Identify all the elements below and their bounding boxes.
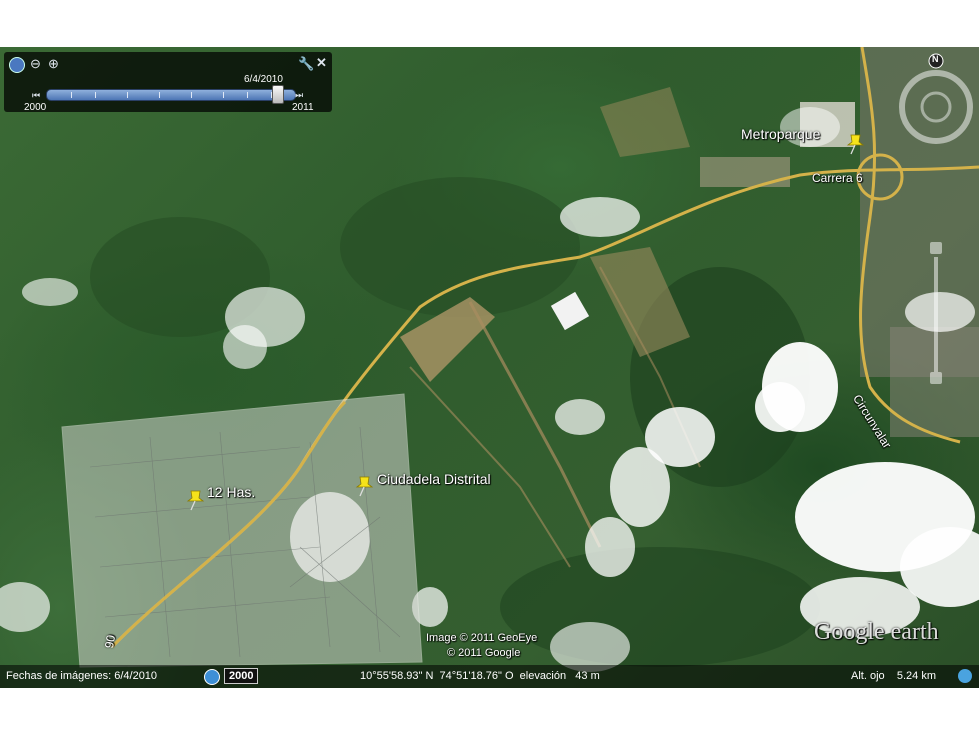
compass-north-label: N	[932, 54, 939, 64]
close-icon[interactable]: ✕	[316, 56, 327, 70]
historical-imagery-icon[interactable]	[204, 669, 220, 685]
road-label-route: 90	[102, 633, 119, 650]
satellite-map[interactable]: N ⊖ ⊕ 🔧 ✕ 6/4/2010 ⏮ ⏭ 2000 2011 Metropa…	[0, 47, 979, 688]
skip-back-icon[interactable]: ⏮	[32, 88, 40, 102]
end-year-label: 2011	[292, 102, 314, 113]
attribution-geoeye: Image © 2011 GeoEye	[426, 632, 538, 644]
current-date-label: 6/4/2010	[244, 74, 283, 85]
site-plan-overlay	[61, 393, 423, 668]
terrain-layer	[0, 47, 979, 672]
placemark-12-has[interactable]: 12 Has.	[207, 484, 255, 500]
clock-icon[interactable]	[9, 57, 25, 73]
google-earth-logo: Google earth	[814, 619, 939, 645]
status-bar: Fechas de imágenes: 6/4/2010 2000 10°55'…	[0, 665, 979, 688]
start-year-label: 2000	[24, 102, 47, 113]
time-slider-thumb[interactable]	[271, 85, 284, 104]
imagery-date: Fechas de imágenes: 6/4/2010	[6, 670, 158, 682]
placemark-ciudadela-distrital[interactable]: Ciudadela Distrital	[377, 471, 491, 487]
pushpin-icon[interactable]	[185, 487, 207, 511]
road-label-carrera: Carrera 6	[812, 171, 863, 185]
zoom-out-icon[interactable]: ⊖	[30, 57, 41, 71]
year-badge[interactable]: 2000	[224, 668, 259, 684]
time-slider-track[interactable]	[46, 89, 296, 101]
time-slider-panel: ⊖ ⊕ 🔧 ✕ 6/4/2010 ⏮ ⏭ 2000 2011	[4, 52, 332, 113]
zoom-in-icon[interactable]: ⊕	[48, 57, 59, 71]
streaming-indicator-icon	[958, 669, 972, 683]
skip-forward-icon[interactable]: ⏭	[295, 88, 303, 102]
wrench-icon[interactable]: 🔧	[298, 57, 314, 71]
placemark-metroparque[interactable]: Metroparque	[741, 126, 820, 142]
pushpin-icon[interactable]	[845, 131, 867, 155]
pushpin-icon[interactable]	[354, 473, 376, 497]
attribution-google: © 2011 Google	[447, 647, 521, 659]
pointer-coordinates: 10°55'58.93" N 74°51'18.76" O elevación …	[360, 670, 600, 682]
eye-altitude: Alt. ojo 5.24 km	[851, 670, 936, 682]
